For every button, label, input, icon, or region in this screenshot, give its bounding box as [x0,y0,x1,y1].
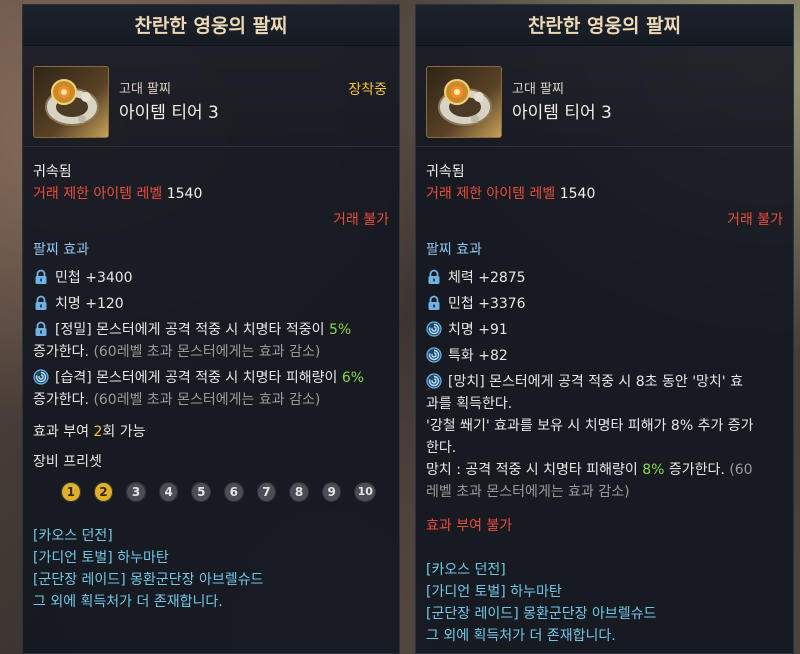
special-effect-2-cont: 증가한다. (60레벨 초과 몬스터에게는 효과 감소) [33,389,389,411]
special-note: (60레벨 초과 몬스터에게는 효과 감소) [93,392,321,408]
special-text: 몬스터에게 공격 적중 시 8초 동안 '망치' 효 [489,374,743,390]
special-text: 과를 획득한다. [426,396,513,412]
enchant-status: 효과 부여 불가 [426,518,513,534]
stat-text: 치명 +91 [448,322,508,338]
lock-icon [33,295,49,311]
lock-icon [426,295,442,311]
swirl-icon [426,373,442,389]
preset-button-1[interactable]: 1 [61,482,81,502]
preset-button-6[interactable]: 6 [224,482,244,502]
special-text: 증가한다. [668,462,725,478]
source-item: [카오스 던전] [33,528,113,544]
preset-button-7[interactable]: 7 [256,482,277,502]
swirl-icon [426,347,442,363]
stat-line: 특화 +82 [426,343,783,369]
stat-text: 민첩 +3400 [55,270,133,286]
preset-button-3[interactable]: 3 [126,482,146,502]
item-header: 고대 팔찌 아이템 티어 3 장착중 [23,46,399,147]
special-effect: [망치] 몬스터에게 공격 적중 시 8초 동안 '망치' 효 [426,371,783,393]
stat-line: 민첩 +3400 [33,265,389,291]
item-tooltip-compare: 찬란한 영웅의 팔찌 고대 팔찌 아이템 티어 3 귀속됨 거래 제한 아이템 … [415,4,794,654]
special-text: 몬스터에게 공격 적중 시 치명타 적중이 [96,322,325,338]
special-text: 증가한다. [33,344,89,360]
special-text: 몬스터에게 공격 적중 시 치명타 피해량이 [96,370,338,386]
special-note: (60레벨 초과 몬스터에게는 효과 감소) [93,344,321,360]
preset-button-2[interactable]: 2 [93,482,114,502]
lock-icon [33,269,49,285]
stat-text: 특화 +82 [448,348,508,364]
preset-button-4[interactable]: 4 [158,482,179,502]
special-value: 6% [341,370,365,386]
trade-level-value: 1540 [166,186,203,202]
trade-level-value: 1540 [559,186,596,202]
stat-line: 체력 +2875 [426,265,783,291]
stat-line: 치명 +120 [33,291,389,317]
preset-button-9[interactable]: 9 [321,482,342,502]
preset-button-5[interactable]: 5 [191,482,212,502]
trade-level-label: 거래 제한 아이템 레벨 [426,186,556,202]
lock-icon [33,321,49,337]
trade-level-requirement: 거래 제한 아이템 레벨 1540 [426,183,783,205]
special-effect-1-cont: 증가한다. (60레벨 초과 몬스터에게는 효과 감소) [33,341,389,363]
source-item: [가디언 토벌] 하누마탄 [33,550,169,566]
special-effect-2: [습격] 몬스터에게 공격 적중 시 치명타 피해량이 6% [33,367,389,389]
trade-status: 거래 불가 [333,212,389,228]
source-item: [군단장 레이드] 몽환군단장 아브렐슈드 [426,606,657,622]
source-item: [군단장 레이드] 몽환군단장 아브렐슈드 [33,572,264,588]
enchant-prefix: 효과 부여 [33,424,89,440]
special-tag: [정밀] [55,322,92,338]
item-header: 고대 팔찌 아이템 티어 3 [416,46,793,147]
bound-status: 귀속됨 [33,164,72,180]
source-item: [가디언 토벌] 하누마탄 [426,584,562,600]
preset-title: 장비 프리셋 [33,454,102,470]
special-text: 증가한다. [33,392,89,408]
effects-title: 팔찌 효과 [426,242,482,258]
special-note: 레벨 초과 몬스터에게는 효과 감소) [426,484,630,500]
swirl-icon [426,321,442,337]
effects-title: 팔찌 효과 [33,242,89,258]
trade-level-label: 거래 제한 아이템 레벨 [33,186,163,202]
special-text: 한다. [426,440,457,456]
bracelet-icon [426,66,502,138]
special-effect-hammer: 망치 : 공격 적중 시 치명타 피해량이 8% 증가한다. (60 [426,459,783,481]
item-title: 찬란한 영웅의 팔찌 [416,5,793,46]
item-tier: 아이템 티어 3 [119,103,219,123]
item-grade: 고대 팔찌 [119,82,171,97]
preset-button-10[interactable]: 10 [354,482,377,502]
stat-text: 치명 +120 [55,296,124,312]
stat-line: 치명 +91 [426,317,783,343]
lock-icon [426,269,442,285]
special-text: '강철 쐐기' 효과를 보유 시 치명타 피해가 8% 추가 증가 [426,418,754,434]
special-note: (60 [729,462,753,478]
special-tag: [습격] [55,370,92,386]
stat-line: 민첩 +3376 [426,291,783,317]
bound-status: 귀속됨 [426,164,465,180]
special-tag: [망치] [448,374,485,390]
enchant-suffix: 회 가능 [102,424,146,440]
swirl-icon [33,369,49,385]
source-item: 그 외에 획득처가 더 존재합니다. [33,594,223,610]
bracelet-icon [33,66,109,138]
source-item: 그 외에 획득처가 더 존재합니다. [426,628,616,644]
preset-button-8[interactable]: 8 [289,482,309,502]
enchant-availability: 효과 부여 2회 가능 [33,421,389,443]
trade-status: 거래 불가 [727,212,783,228]
item-title: 찬란한 영웅의 팔찌 [23,5,399,46]
stat-text: 민첩 +3376 [448,296,526,312]
special-effect-1: [정밀] 몬스터에게 공격 적중 시 치명타 적중이 5% [33,319,389,341]
trade-level-requirement: 거래 제한 아이템 레벨 1540 [33,183,389,205]
item-tier: 아이템 티어 3 [512,103,612,123]
special-text: 망치 : 공격 적중 시 치명타 피해량이 [426,462,638,478]
preset-selector: 1 2 3 4 5 6 7 8 9 10 [61,477,389,507]
special-value: 5% [328,322,352,338]
stat-text: 체력 +2875 [448,270,526,286]
special-value: 8% [642,462,665,478]
source-item: [카오스 던전] [426,562,506,578]
item-tooltip-equipped: 찬란한 영웅의 팔찌 고대 팔찌 아이템 티어 3 장착중 귀속됨 거래 제한 … [22,4,400,654]
item-grade: 고대 팔찌 [512,82,564,97]
equipped-badge: 장착중 [348,82,387,98]
